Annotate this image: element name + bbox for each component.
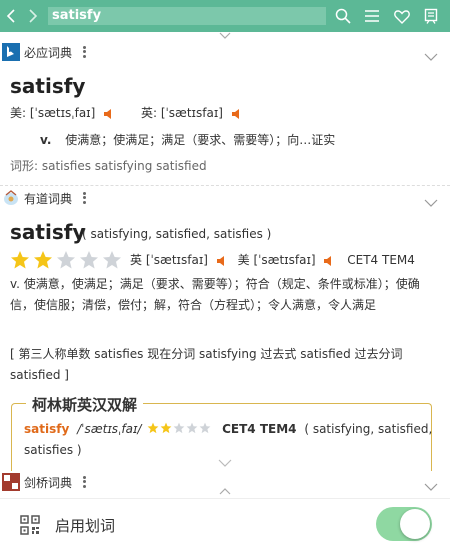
toggle-label: 启用划词 bbox=[55, 517, 116, 535]
youdao-menu-button[interactable] bbox=[80, 191, 88, 205]
bottom-bar: 启用划词 bbox=[0, 498, 450, 550]
top-bar: satisfy bbox=[0, 0, 450, 32]
bing-phonetics: 美: [ˈsætɪsˌfaɪ] 英: [ˈsætɪsfaɪ] bbox=[10, 104, 243, 121]
bing-menu-button[interactable] bbox=[80, 45, 88, 59]
collapse-up-button[interactable] bbox=[217, 488, 233, 498]
collins-exam-tags: CET4 TEM4 bbox=[222, 422, 297, 436]
collins-title: 柯林斯英汉双解 bbox=[26, 394, 144, 415]
youdao-dict-name: 有道词典 bbox=[24, 191, 73, 206]
collins-entry: satisfy /ˈsætɪsˌfaɪ/ CET4 TEM4 ( satisfy… bbox=[24, 419, 434, 460]
bing-fold-button[interactable] bbox=[424, 46, 438, 65]
heart-icon bbox=[394, 9, 410, 24]
cambridge-logo-icon bbox=[2, 473, 20, 491]
youdao-word: satisfy bbox=[10, 220, 86, 244]
collins-word: satisfy bbox=[24, 422, 70, 436]
youdao-grammar: [ 第三人称单数 satisfies 现在分词 satisfying 过去式 s… bbox=[10, 347, 403, 382]
search-icon bbox=[335, 8, 351, 24]
star-filled-icon bbox=[160, 420, 172, 440]
star-empty-icon bbox=[102, 250, 122, 274]
collins-rating-stars bbox=[147, 420, 212, 440]
youdao-fold-button[interactable] bbox=[424, 192, 438, 211]
qrcode-icon bbox=[20, 515, 40, 535]
star-empty-icon bbox=[199, 420, 211, 440]
chevron-down-icon bbox=[218, 459, 232, 467]
uk-phonetic: 英 [ˈsætɪsfaɪ] bbox=[130, 253, 208, 267]
cambridge-dict-name: 剑桥词典 bbox=[24, 475, 73, 490]
chevron-down-icon bbox=[424, 53, 438, 61]
bing-dict-name: 必应词典 bbox=[24, 45, 73, 60]
speaker-icon[interactable] bbox=[216, 255, 228, 267]
search-button[interactable] bbox=[333, 6, 353, 26]
youdao-logo-icon bbox=[2, 189, 20, 207]
star-filled-icon bbox=[10, 250, 30, 274]
toggle-knob bbox=[400, 509, 430, 539]
star-empty-icon bbox=[79, 250, 99, 274]
youdao-rating-stars bbox=[10, 250, 125, 274]
hamburger-icon bbox=[365, 10, 379, 22]
bing-word: satisfy bbox=[10, 74, 86, 98]
menu-button[interactable] bbox=[362, 6, 382, 26]
chevron-down-icon bbox=[219, 32, 231, 39]
cambridge-menu-button[interactable] bbox=[80, 475, 88, 489]
bing-dict-header: 必应词典 bbox=[0, 41, 450, 63]
selection-lookup-toggle[interactable] bbox=[376, 507, 432, 541]
youdao-phonetics: 英 [ˈsætɪsfaɪ] 美 [ˈsætɪsfaɪ] CET4 TEM4 bbox=[130, 251, 415, 268]
star-filled-icon bbox=[147, 420, 159, 440]
qrcode-button[interactable] bbox=[20, 515, 40, 539]
bing-definition-text: 使满意；使满足；满足（要求、需要等）；向…证实 bbox=[65, 133, 336, 147]
chevron-down-icon bbox=[424, 483, 438, 491]
chevron-up-icon bbox=[219, 488, 231, 495]
reading-mode-button[interactable] bbox=[421, 6, 441, 26]
speaker-icon[interactable] bbox=[231, 108, 243, 120]
search-input[interactable]: satisfy bbox=[48, 7, 326, 25]
star-empty-icon bbox=[186, 420, 198, 440]
separator bbox=[0, 185, 450, 186]
speaker-icon[interactable] bbox=[103, 108, 115, 120]
bing-logo-icon bbox=[2, 43, 20, 61]
uk-phonetic: 英: [ˈsætɪsfaɪ] bbox=[140, 106, 223, 120]
speaker-icon[interactable] bbox=[323, 255, 335, 267]
star-empty-icon bbox=[173, 420, 185, 440]
cambridge-fold-button[interactable] bbox=[424, 476, 438, 495]
bing-definition: v. 使满意；使满足；满足（要求、需要等）；向…证实 bbox=[40, 131, 335, 148]
collins-phonetic: /ˈsætɪsˌfaɪ/ bbox=[77, 422, 142, 436]
star-filled-icon bbox=[33, 250, 53, 274]
chevron-left-icon bbox=[6, 9, 15, 23]
youdao-exam-tags: CET4 TEM4 bbox=[347, 253, 415, 267]
youdao-dict-header: 有道词典 bbox=[0, 187, 450, 209]
us-phonetic: 美: [ˈsætɪsˌfaɪ] bbox=[10, 106, 96, 120]
us-phonetic: 美 [ˈsætɪsfaɪ] bbox=[237, 253, 316, 267]
bing-forms: 词形: satisfies satisfying satisfied bbox=[10, 159, 207, 173]
forward-button[interactable] bbox=[22, 0, 44, 32]
youdao-definition: v. 使满意，使满足；满足（要求、需要等）；符合（规定、条件或标准）；使确信，使… bbox=[10, 277, 420, 312]
chevron-right-icon bbox=[29, 9, 38, 23]
chevron-down-icon bbox=[424, 199, 438, 207]
youdao-inflections: ( satisfying, satisfied, satisfies ) bbox=[82, 227, 272, 241]
bing-pos: v. bbox=[40, 133, 52, 147]
star-empty-icon bbox=[56, 250, 76, 274]
reading-icon bbox=[424, 8, 438, 24]
app-window: satisfy 必应词典 satisfy 美: [ˈsætɪsˌfaɪ] 英: … bbox=[0, 0, 450, 550]
back-button[interactable] bbox=[0, 0, 22, 32]
favorite-button[interactable] bbox=[392, 6, 412, 26]
collins-expand-button[interactable] bbox=[217, 459, 233, 469]
